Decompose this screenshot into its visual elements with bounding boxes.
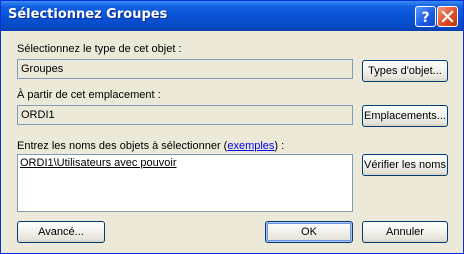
object-names-input[interactable]: ORDI1\Utilisateurs avec pouvoir <box>17 154 353 212</box>
locations-button[interactable]: Emplacements... <box>362 105 448 127</box>
title-bar[interactable]: Sélectionnez Groupes ? <box>1 1 463 31</box>
ok-button[interactable]: OK <box>265 221 353 243</box>
check-names-button[interactable]: Vérifier les noms <box>362 154 448 176</box>
resolved-name: ORDI1\Utilisateurs avec pouvoir <box>20 157 177 169</box>
object-type-field: Groupes <box>17 59 353 79</box>
help-icon: ? <box>421 10 429 26</box>
object-type-label: Sélectionnez le type de cet objet : <box>17 43 182 55</box>
advanced-button[interactable]: Avancé... <box>17 221 105 243</box>
help-button[interactable]: ? <box>415 6 436 27</box>
location-field: ORDI1 <box>17 105 353 125</box>
cancel-button[interactable]: Annuler <box>362 221 448 243</box>
select-groups-dialog: Sélectionnez Groupes ? Sélectionnez le t… <box>0 0 464 254</box>
dialog-title: Sélectionnez Groupes <box>8 7 168 22</box>
svg-text:?: ? <box>421 10 429 26</box>
examples-link[interactable]: exemples <box>227 140 274 152</box>
close-icon <box>441 10 454 23</box>
close-button[interactable] <box>437 6 458 27</box>
names-label: Entrez les noms des objets à sélectionne… <box>17 140 285 152</box>
location-label: À partir de cet emplacement : <box>17 89 161 101</box>
object-types-button[interactable]: Types d'objet... <box>362 60 448 82</box>
